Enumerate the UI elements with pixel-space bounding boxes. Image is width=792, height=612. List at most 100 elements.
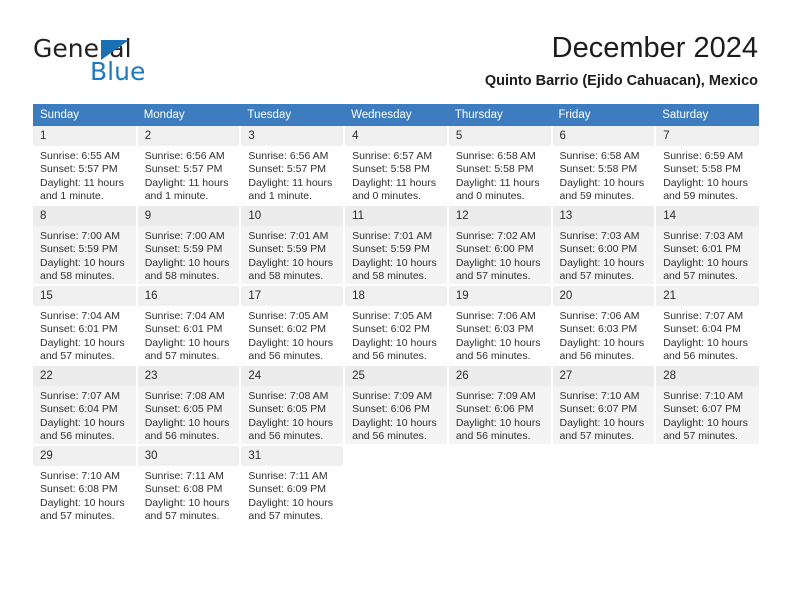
calendar-day-cell[interactable]: 14 Sunrise: 7:03 AM Sunset: 6:01 PM Dayligh… [655,206,759,284]
calendar-day-cell[interactable]: 24 Sunrise: 7:08 AM Sunset: 6:05 PM Dayligh… [240,366,346,444]
daylight-text-line1: Daylight: 11 hours [144,176,229,189]
sunrise-text: Sunrise: 7:11 AM [144,470,224,482]
sunrise-text: Sunrise: 7:01 AM [352,230,433,242]
calendar-day-cell[interactable]: 12 Sunrise: 7:02 AM Sunset: 6:00 PM Dayligh… [447,206,553,284]
daylight-text-line2: and 56 minutes. [559,350,635,363]
day-details: Sunrise: 7:08 AM Sunset: 6:05 PM Daylight:… [241,386,343,444]
day-number: 13 [552,206,655,226]
sunrise-text: Sunrise: 6:57 AM [352,150,433,162]
day-number: 5 [448,126,551,146]
calendar-day-cell[interactable]: 29 Sunrise: 7:10 AM Sunset: 6:08 PM Dayligh… [33,446,138,524]
sunrise-text: Sunrise: 6:56 AM [248,150,329,162]
calendar-day-cell[interactable]: 28 Sunrise: 7:10 AM Sunset: 6:07 PM Dayligh… [655,366,759,444]
day-number: 26 [448,366,551,386]
sunrise-text: Sunrise: 7:10 AM [559,390,640,402]
daylight-text-line1: Daylight: 10 hours [144,336,230,349]
calendar-day-cell[interactable]: 6 Sunrise: 6:58 AM Sunset: 5:58 PM Daylight… [551,126,657,204]
daylight-text-line1: Daylight: 10 hours [40,336,125,349]
sunset-text: Sunset: 6:08 PM [144,483,223,496]
calendar-day-cell[interactable]: 20 Sunrise: 7:06 AM Sunset: 6:03 PM Dayligh… [551,286,657,364]
day-details: Sunrise: 7:09 AM Sunset: 6:06 PM Daylight:… [449,386,551,444]
daylight-text-line1: Daylight: 10 hours [40,256,125,269]
daylight-text-line1: Daylight: 11 hours [40,176,124,189]
calendar-day-cell[interactable]: 4 Sunrise: 6:57 AM Sunset: 5:58 PM Daylight… [344,126,449,204]
day-details: Sunrise: 7:07 AM Sunset: 6:04 PM Daylight:… [656,306,759,364]
sunrise-text: Sunrise: 7:06 AM [455,310,536,322]
day-number: 29 [33,446,136,466]
day-number: 14 [656,206,759,226]
day-number: 11 [345,206,447,226]
calendar-week-row: 1 Sunrise: 6:55 AM Sunset: 5:57 PM Daylight… [33,126,759,204]
sunset-text: Sunset: 6:04 PM [40,403,118,416]
calendar-day-cell[interactable]: 27 Sunrise: 7:10 AM Sunset: 6:07 PM Dayligh… [551,366,657,444]
sunrise-text: Sunrise: 7:10 AM [40,470,120,482]
sunset-text: Sunset: 5:59 PM [352,243,430,256]
sunset-text: Sunset: 6:01 PM [40,323,118,336]
daylight-text-line1: Daylight: 10 hours [248,496,334,509]
calendar-day-cell[interactable]: 30 Sunrise: 7:11 AM Sunset: 6:08 PM Dayligh… [136,446,242,524]
daylight-text-line2: and 1 minute. [248,190,313,203]
daylight-text-line1: Daylight: 10 hours [352,416,437,429]
day-number: 3 [241,126,344,146]
daylight-text-line1: Daylight: 10 hours [248,336,334,349]
daylight-text-line2: and 57 minutes. [455,270,531,283]
sunrise-text: Sunrise: 7:07 AM [40,390,120,402]
day-details: Sunrise: 7:01 AM Sunset: 5:59 PM Daylight:… [241,226,343,284]
calendar-day-cell[interactable]: 22 Sunrise: 7:07 AM Sunset: 6:04 PM Dayligh… [33,366,138,444]
calendar-day-cell[interactable]: 21 Sunrise: 7:07 AM Sunset: 6:04 PM Dayligh… [655,286,759,364]
calendar-day-cell[interactable]: 15 Sunrise: 7:04 AM Sunset: 6:01 PM Dayligh… [33,286,138,364]
day-details: Sunrise: 7:06 AM Sunset: 6:03 PM Daylight:… [553,306,655,364]
sunrise-text: Sunrise: 7:05 AM [248,310,329,322]
sunset-text: Sunset: 6:06 PM [352,403,430,416]
calendar-day-cell[interactable]: 9 Sunrise: 7:00 AM Sunset: 5:59 PM Daylight… [136,206,242,284]
calendar-day-cell[interactable]: 5 Sunrise: 6:58 AM Sunset: 5:58 PM Daylight… [447,126,553,204]
sunrise-text: Sunrise: 7:08 AM [144,390,225,402]
calendar-day-cell[interactable]: 19 Sunrise: 7:06 AM Sunset: 6:03 PM Dayligh… [447,286,553,364]
calendar-day-cell[interactable]: 11 Sunrise: 7:01 AM Sunset: 5:59 PM Dayligh… [344,206,449,284]
calendar-day-cell[interactable]: 13 Sunrise: 7:03 AM Sunset: 6:00 PM Dayligh… [551,206,657,284]
brand-logo[interactable]: General Blue [33,36,253,86]
calendar-day-cell[interactable]: 16 Sunrise: 7:04 AM Sunset: 6:01 PM Dayligh… [136,286,242,364]
weekday-header-wednesday: Wednesday [344,104,448,126]
calendar-day-cell[interactable]: 8 Sunrise: 7:00 AM Sunset: 5:59 PM Daylight… [33,206,138,284]
weekday-header-row: Sunday Monday Tuesday Wednesday Thursday… [33,104,759,126]
weekday-header-thursday: Thursday [447,104,552,126]
daylight-text-line2: and 57 minutes. [40,510,115,523]
daylight-text-line1: Daylight: 10 hours [663,176,748,189]
day-details: Sunrise: 7:09 AM Sunset: 6:06 PM Daylight:… [345,386,447,444]
day-details: Sunrise: 7:10 AM Sunset: 6:07 PM Daylight:… [553,386,655,444]
page-title: December 2024 [551,32,758,64]
calendar-week-row: 8 Sunrise: 7:00 AM Sunset: 5:59 PM Daylight… [33,206,759,284]
sunrise-text: Sunrise: 7:11 AM [248,470,328,482]
calendar-day-cell[interactable]: 23 Sunrise: 7:08 AM Sunset: 6:05 PM Dayligh… [136,366,242,444]
sunset-text: Sunset: 6:03 PM [455,323,534,336]
daylight-text-line1: Daylight: 10 hours [352,256,437,269]
calendar-day-cell[interactable]: 17 Sunrise: 7:05 AM Sunset: 6:02 PM Dayligh… [240,286,346,364]
calendar-day-cell[interactable]: 1 Sunrise: 6:55 AM Sunset: 5:57 PM Daylight… [33,126,138,204]
day-number: 7 [656,126,759,146]
day-details: Sunrise: 7:01 AM Sunset: 5:59 PM Daylight:… [345,226,447,284]
sunset-text: Sunset: 6:07 PM [663,403,741,416]
calendar-day-cell[interactable]: 3 Sunrise: 6:56 AM Sunset: 5:57 PM Daylight… [240,126,346,204]
calendar-day-cell-empty [551,446,657,524]
day-number: 1 [33,126,136,146]
day-number [345,446,447,453]
day-number [553,446,655,453]
calendar-day-cell-empty [447,446,553,524]
sunrise-text: Sunrise: 7:09 AM [352,390,433,402]
calendar-day-cell[interactable]: 10 Sunrise: 7:01 AM Sunset: 5:59 PM Dayligh… [240,206,346,284]
calendar-day-cell[interactable]: 26 Sunrise: 7:09 AM Sunset: 6:06 PM Dayligh… [447,366,553,444]
calendar-day-cell[interactable]: 31 Sunrise: 7:11 AM Sunset: 6:09 PM Dayligh… [240,446,346,524]
daylight-text-line2: and 0 minutes. [455,190,525,203]
calendar-day-cell[interactable]: 25 Sunrise: 7:09 AM Sunset: 6:06 PM Dayligh… [344,366,449,444]
weekday-header-monday: Monday [136,104,241,126]
daylight-text-line2: and 56 minutes. [455,430,531,443]
day-details: Sunrise: 7:04 AM Sunset: 6:01 PM Daylight:… [33,306,136,364]
sunset-text: Sunset: 6:05 PM [144,403,223,416]
sunrise-text: Sunrise: 6:58 AM [559,150,640,162]
calendar-day-cell[interactable]: 2 Sunrise: 6:56 AM Sunset: 5:57 PM Daylight… [136,126,242,204]
calendar-day-cell[interactable]: 18 Sunrise: 7:05 AM Sunset: 6:02 PM Dayligh… [344,286,449,364]
day-details: Sunrise: 7:11 AM Sunset: 6:08 PM Daylight:… [138,466,240,524]
day-details: Sunrise: 6:58 AM Sunset: 5:58 PM Daylight:… [553,146,655,204]
calendar-day-cell[interactable]: 7 Sunrise: 6:59 AM Sunset: 5:58 PM Daylight… [655,126,759,204]
